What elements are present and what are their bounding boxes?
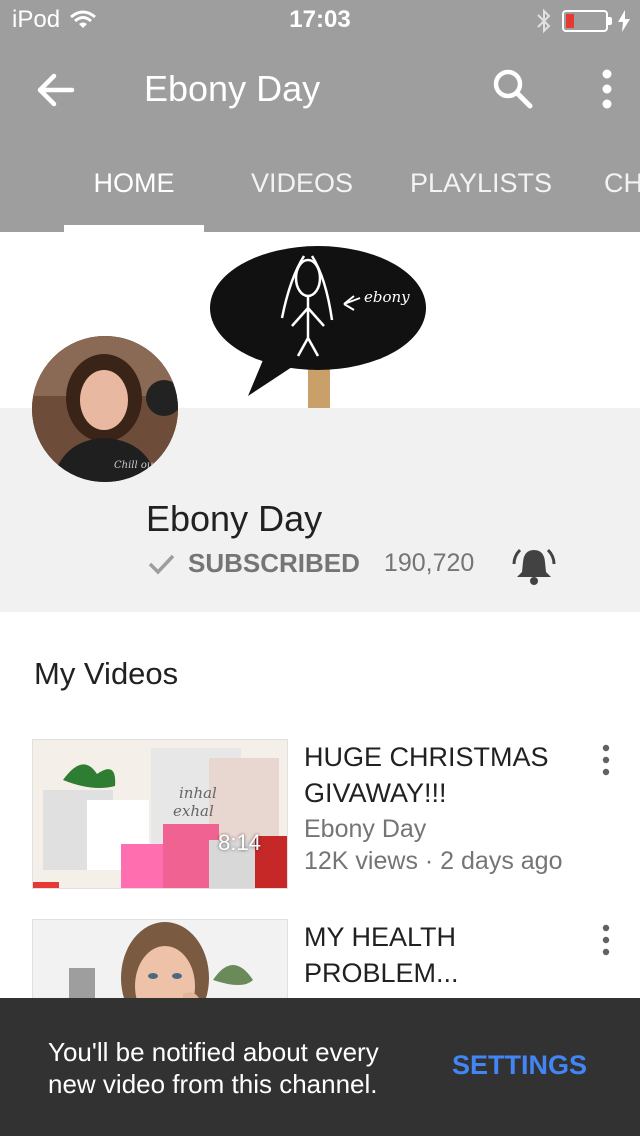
section-title: My Videos xyxy=(34,656,179,691)
tab-videos-label: VIDEOS xyxy=(250,168,354,198)
more-vert-icon[interactable] xyxy=(596,923,616,957)
notification-bell-icon[interactable] xyxy=(512,544,556,588)
watch-progress-bar xyxy=(33,882,59,888)
tab-channels-label: CHA xyxy=(604,168,640,198)
channel-name: Ebony Day xyxy=(146,498,323,539)
bluetooth-icon xyxy=(537,8,551,34)
app-bar: Ebony Day HOME VIDEOS PLAYLISTS CHA xyxy=(0,40,640,232)
charging-icon xyxy=(618,10,630,32)
active-tab-indicator xyxy=(64,225,204,232)
speech-bubble-sign: ebony xyxy=(210,246,426,410)
tab-home[interactable]: HOME xyxy=(64,160,204,232)
back-arrow-icon[interactable] xyxy=(34,68,78,112)
video-duration: 8:14 xyxy=(218,830,261,855)
check-icon xyxy=(148,554,175,575)
tab-home-label: HOME xyxy=(93,168,175,198)
settings-button[interactable]: SETTINGS xyxy=(452,1050,587,1081)
battery-icon xyxy=(562,10,612,32)
thumbnail-image: inhal exhal xyxy=(33,740,287,888)
tab-videos[interactable]: VIDEOS xyxy=(222,160,382,232)
tab-channels[interactable]: CHA xyxy=(584,160,640,232)
thumbnail-text-2: exhal xyxy=(173,802,214,820)
video-title[interactable]: MY HEALTH PROBLEM... xyxy=(304,919,584,991)
snackbar: You'll be notified about every new video… xyxy=(0,998,640,1136)
status-right xyxy=(536,8,630,34)
thumbnail-text-1: inhal xyxy=(179,784,217,802)
subscribed-button[interactable]: SUBSCRIBED xyxy=(188,548,360,579)
battery-level xyxy=(566,14,574,28)
subscribe-row[interactable]: SUBSCRIBED 190,720 xyxy=(146,548,474,579)
more-vert-icon[interactable] xyxy=(596,743,616,777)
app-title: Ebony Day xyxy=(144,68,321,109)
video-channel: Ebony Day xyxy=(304,815,427,843)
avatar-image: Chill ou xyxy=(32,336,178,482)
snackbar-message: You'll be notified about every new video… xyxy=(48,1037,379,1099)
video-item[interactable]: inhal exhal 8:14 HUGE CHRISTMAS GIVAWAY!… xyxy=(0,739,640,891)
channel-avatar: Chill ou xyxy=(32,336,178,482)
video-thumbnail[interactable]: inhal exhal 8:14 xyxy=(32,739,288,889)
video-meta: 12K views · 2 days ago xyxy=(304,847,563,875)
search-icon[interactable] xyxy=(490,66,536,112)
tab-bar: HOME VIDEOS PLAYLISTS CHA xyxy=(64,160,640,232)
tab-playlists-label: PLAYLISTS xyxy=(409,168,553,198)
banner-text: ebony xyxy=(364,288,410,306)
subscriber-count: 190,720 xyxy=(383,549,475,577)
status-bar: iPod 17:03 xyxy=(0,0,640,40)
more-vert-icon[interactable] xyxy=(594,66,620,112)
video-title[interactable]: HUGE CHRISTMAS GIVAWAY!!! xyxy=(304,739,584,811)
tab-playlists[interactable]: PLAYLISTS xyxy=(386,160,576,232)
